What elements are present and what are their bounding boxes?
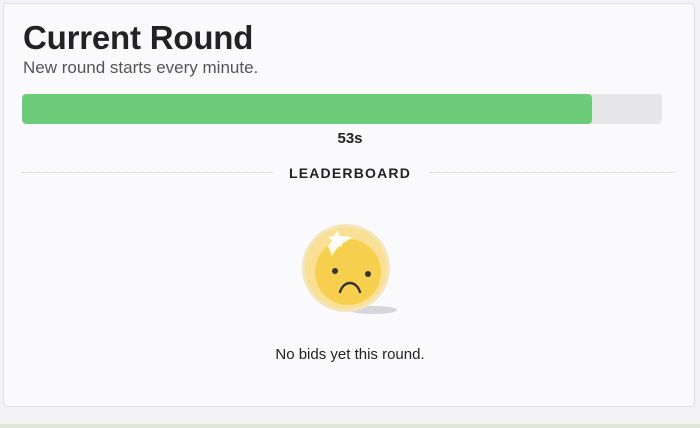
sad-face-icon (298, 222, 402, 318)
empty-leaderboard-message: No bids yet this round. (275, 346, 425, 363)
current-round-card: Current Round New round starts every min… (3, 3, 695, 407)
page-title: Current Round (23, 19, 254, 56)
round-progress-bar (22, 94, 662, 124)
leaderboard-heading: LEADERBOARD (288, 165, 412, 181)
round-subtitle: New round starts every minute. (23, 58, 259, 77)
round-timer: 53s (337, 130, 363, 147)
round-progress-fill (22, 94, 592, 124)
page-bottom-strip (0, 424, 700, 428)
leaderboard-divider-right (430, 172, 676, 173)
page: Current Round New round starts every min… (0, 0, 700, 428)
